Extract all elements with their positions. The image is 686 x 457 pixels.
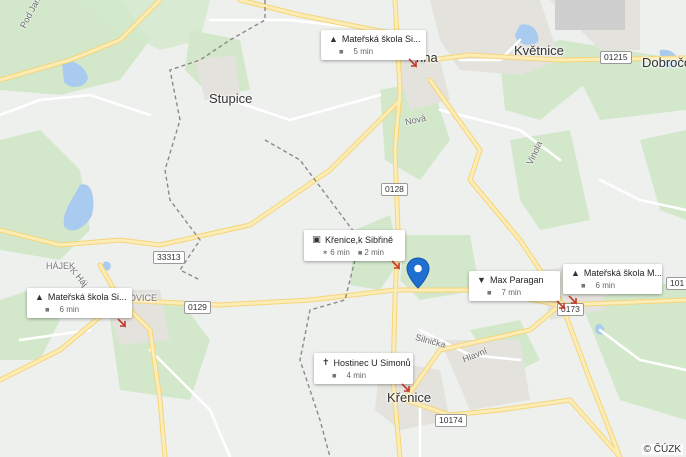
poi-title: Mateřská škola M... [583,268,662,278]
poi-time: 4 min [346,371,367,380]
map-canvas[interactable]: Pod Jankovkou Nová Vinola Silnička Hlavn… [0,0,686,457]
poi-title: Mateřská škola Si... [47,292,127,302]
poi-pointer-arrow-icon [568,295,577,305]
map-base-layer [0,0,686,457]
restaurant-icon: ✝ [322,357,330,367]
graduation-cap-icon: ▲ [35,292,44,302]
copyright-notice[interactable]: © ČÚZK [641,444,683,455]
car-icon: ■ [332,371,337,380]
road-number-33313: 33313 [153,251,185,264]
town-label-stupice: Stupice [209,91,253,106]
car-icon: ■ [45,305,50,314]
poi-card-ms-left[interactable]: ▲ Mateřská škola Si... ■ 6 min [27,288,132,318]
poi-title: Křenice,k Sibřině [325,234,394,245]
road-number-10174: 10174 [435,414,467,427]
poi-title: Mateřská škola Si... [341,34,421,44]
bus-icon: ▣ [312,234,321,244]
poi-pointer-arrow-icon [391,260,400,270]
quarry-area [555,0,625,30]
poi-card-max-paragan[interactable]: ▼ Max Paragan ■ 7 min [469,271,560,301]
poi-title: Max Paragan [490,275,544,285]
poi-card-ms-sibrina[interactable]: ▲ Mateřská škola Si... ■ 5 min [321,30,426,60]
cart-icon: ▼ [477,275,486,285]
poi-card-bus-krenice[interactable]: ▣ Křenice,k Sibřině ✶ 6 min ■ 2 min [304,230,405,261]
poi-pointer-arrow-icon [408,58,417,68]
town-label-dobrocho: Dobročo [642,55,686,70]
car-icon: ■ [581,281,586,290]
poi-pointer-arrow-icon [401,383,410,393]
poi-time: 5 min [353,47,374,56]
car-icon: ■ [487,288,492,297]
poi-card-hostinec[interactable]: ✝ Hostinec U Simonů ■ 4 min [314,353,413,384]
road-number-0129: 0129 [184,301,211,314]
poi-title: Hostinec U Simonů [333,357,411,368]
poi-time: 6 min [330,248,350,257]
town-label-hajek: HÁJEK [46,261,76,271]
town-label-kvetnice: Květnice [514,43,564,58]
graduation-cap-icon: ▲ [329,34,338,44]
graduation-cap-icon: ▲ [571,268,580,278]
poi-pointer-arrow-icon [117,318,126,328]
poi-pointer-arrow-icon [556,300,565,310]
location-pin-icon[interactable] [406,257,430,289]
poi-time: 7 min [501,288,522,297]
poi-time: 6 min [595,281,616,290]
poi-time: 6 min [59,305,80,314]
road-number-01215: 01215 [600,51,632,64]
poi-card-ms-right[interactable]: ▲ Mateřská škola M... ■ 6 min [563,264,662,294]
road-number-0128: 0128 [381,183,408,196]
poi-time: 2 min [364,248,384,257]
car-icon: ■ [357,248,363,257]
car-icon: ■ [339,47,344,56]
walk-icon: ✶ [322,248,329,257]
road-number-101: 101 [666,277,686,290]
